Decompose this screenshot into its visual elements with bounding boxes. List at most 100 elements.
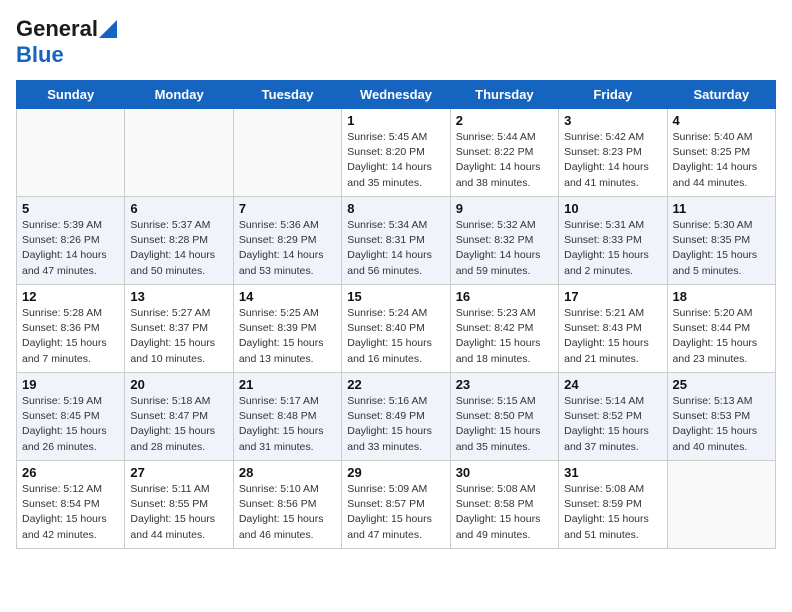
cell-info-line: and 53 minutes. — [239, 264, 336, 279]
calendar-cell: 17 Sunrise: 5:21 AMSunset: 8:43 PMDayligh… — [559, 285, 667, 373]
cell-info-line: and 44 minutes. — [130, 528, 227, 543]
cell-info-line: and 42 minutes. — [22, 528, 119, 543]
day-number: 8 — [347, 201, 444, 216]
cell-info-line: Sunrise: 5:15 AM — [456, 394, 553, 409]
logo: General Blue — [16, 16, 118, 68]
logo-blue: Blue — [16, 42, 64, 67]
cell-info-line: Daylight: 15 hours — [564, 424, 661, 439]
cell-info-line: Sunset: 8:20 PM — [347, 145, 444, 160]
cell-info-line: Sunrise: 5:30 AM — [673, 218, 770, 233]
weekday-header-monday: Monday — [125, 81, 233, 109]
cell-info-line: Daylight: 15 hours — [564, 248, 661, 263]
calendar-cell: 18Sunrise: 5:20 AMSunset: 8:44 PMDayligh… — [667, 285, 775, 373]
cell-info-line: Sunset: 8:44 PM — [673, 321, 770, 336]
cell-info-line: and 59 minutes. — [456, 264, 553, 279]
calendar-cell: 6Sunrise: 5:37 AMSunset: 8:28 PMDaylight… — [125, 197, 233, 285]
calendar-cell: 13Sunrise: 5:27 AMSunset: 8:37 PMDayligh… — [125, 285, 233, 373]
cell-info-line: and 38 minutes. — [456, 176, 553, 191]
cell-info-line: Daylight: 15 hours — [456, 336, 553, 351]
cell-info-line: Sunset: 8:29 PM — [239, 233, 336, 248]
cell-info-line: Sunrise: 5:16 AM — [347, 394, 444, 409]
calendar-cell — [125, 109, 233, 197]
calendar-cell: 5Sunrise: 5:39 AMSunset: 8:26 PMDaylight… — [17, 197, 125, 285]
calendar-cell: 9Sunrise: 5:32 AMSunset: 8:32 PMDaylight… — [450, 197, 558, 285]
calendar-cell: 20Sunrise: 5:18 AMSunset: 8:47 PMDayligh… — [125, 373, 233, 461]
calendar-cell: 25Sunrise: 5:13 AMSunset: 8:53 PMDayligh… — [667, 373, 775, 461]
weekday-header-row: SundayMondayTuesdayWednesdayThursdayFrid… — [17, 81, 776, 109]
day-number: 2 — [456, 113, 553, 128]
cell-info-line: Sunset: 8:25 PM — [673, 145, 770, 160]
calendar-cell — [667, 461, 775, 549]
cell-info-line: Sunset: 8:39 PM — [239, 321, 336, 336]
cell-info-line: and 5 minutes. — [673, 264, 770, 279]
cell-info-line: Daylight: 15 hours — [22, 424, 119, 439]
cell-info-line: and 16 minutes. — [347, 352, 444, 367]
cell-info-line: Sunrise: 5:23 AM — [456, 306, 553, 321]
calendar-cell: 29Sunrise: 5:09 AMSunset: 8:57 PMDayligh… — [342, 461, 450, 549]
calendar-cell: 12Sunrise: 5:28 AMSunset: 8:36 PMDayligh… — [17, 285, 125, 373]
calendar-cell — [17, 109, 125, 197]
cell-info-line: and 49 minutes. — [456, 528, 553, 543]
cell-info-line: Daylight: 15 hours — [564, 336, 661, 351]
day-number: 30 — [456, 465, 553, 480]
cell-info-line: Sunset: 8:45 PM — [22, 409, 119, 424]
day-number: 4 — [673, 113, 770, 128]
cell-info-line: Daylight: 15 hours — [130, 512, 227, 527]
cell-info-line: Sunrise: 5:19 AM — [22, 394, 119, 409]
calendar-week-row: 26Sunrise: 5:12 AMSunset: 8:54 PMDayligh… — [17, 461, 776, 549]
cell-info-line: Sunset: 8:40 PM — [347, 321, 444, 336]
cell-info-line: Daylight: 15 hours — [673, 424, 770, 439]
cell-info-line: Sunrise: 5:08 AM — [564, 482, 661, 497]
cell-info-line: Daylight: 15 hours — [22, 512, 119, 527]
cell-info-line: Sunrise: 5:08 AM — [456, 482, 553, 497]
cell-info-line: Sunrise: 5:18 AM — [130, 394, 227, 409]
calendar-cell: 28Sunrise: 5:10 AMSunset: 8:56 PMDayligh… — [233, 461, 341, 549]
cell-info-line: Sunset: 8:43 PM — [564, 321, 661, 336]
day-number: 20 — [130, 377, 227, 392]
cell-info-line: Sunset: 8:53 PM — [673, 409, 770, 424]
calendar-cell: 19Sunrise: 5:19 AMSunset: 8:45 PMDayligh… — [17, 373, 125, 461]
cell-info-line: Sunrise: 5:13 AM — [673, 394, 770, 409]
cell-info-line: Sunrise: 5:36 AM — [239, 218, 336, 233]
day-number: 23 — [456, 377, 553, 392]
cell-info-line: Daylight: 14 hours — [456, 160, 553, 175]
cell-info-line: and 13 minutes. — [239, 352, 336, 367]
weekday-header-tuesday: Tuesday — [233, 81, 341, 109]
cell-info-line: Daylight: 14 hours — [456, 248, 553, 263]
cell-info-line: and 44 minutes. — [673, 176, 770, 191]
calendar-cell: 23Sunrise: 5:15 AMSunset: 8:50 PMDayligh… — [450, 373, 558, 461]
cell-info-line: Sunrise: 5:45 AM — [347, 130, 444, 145]
cell-info-line: and 41 minutes. — [564, 176, 661, 191]
cell-info-line: and 35 minutes. — [456, 440, 553, 455]
cell-info-line: Sunset: 8:28 PM — [130, 233, 227, 248]
day-number: 29 — [347, 465, 444, 480]
cell-info-line: and 31 minutes. — [239, 440, 336, 455]
cell-info-line: Daylight: 15 hours — [347, 424, 444, 439]
cell-info-line: and 23 minutes. — [673, 352, 770, 367]
cell-info-line: Daylight: 15 hours — [673, 248, 770, 263]
weekday-header-wednesday: Wednesday — [342, 81, 450, 109]
calendar-cell: 14Sunrise: 5:25 AMSunset: 8:39 PMDayligh… — [233, 285, 341, 373]
cell-info-line: Sunset: 8:47 PM — [130, 409, 227, 424]
calendar-cell: 21Sunrise: 5:17 AMSunset: 8:48 PMDayligh… — [233, 373, 341, 461]
cell-info-line: Daylight: 15 hours — [564, 512, 661, 527]
calendar-cell: 7Sunrise: 5:36 AMSunset: 8:29 PMDaylight… — [233, 197, 341, 285]
day-number: 17 — [564, 289, 661, 304]
calendar-week-row: 12Sunrise: 5:28 AMSunset: 8:36 PMDayligh… — [17, 285, 776, 373]
cell-info-line: Sunset: 8:58 PM — [456, 497, 553, 512]
day-number: 13 — [130, 289, 227, 304]
cell-info-line: Daylight: 14 hours — [564, 160, 661, 175]
cell-info-line: Sunset: 8:48 PM — [239, 409, 336, 424]
cell-info-line: Sunrise: 5:21 AM — [564, 306, 661, 321]
cell-info-line: Daylight: 15 hours — [22, 336, 119, 351]
cell-info-line: Sunset: 8:50 PM — [456, 409, 553, 424]
calendar-cell: 2Sunrise: 5:44 AMSunset: 8:22 PMDaylight… — [450, 109, 558, 197]
cell-info-line: Sunrise: 5:20 AM — [673, 306, 770, 321]
day-number: 26 — [22, 465, 119, 480]
weekday-header-saturday: Saturday — [667, 81, 775, 109]
cell-info-line: and 7 minutes. — [22, 352, 119, 367]
day-number: 31 — [564, 465, 661, 480]
calendar-cell: 4Sunrise: 5:40 AMSunset: 8:25 PMDaylight… — [667, 109, 775, 197]
cell-info-line: and 51 minutes. — [564, 528, 661, 543]
cell-info-line: Sunset: 8:56 PM — [239, 497, 336, 512]
